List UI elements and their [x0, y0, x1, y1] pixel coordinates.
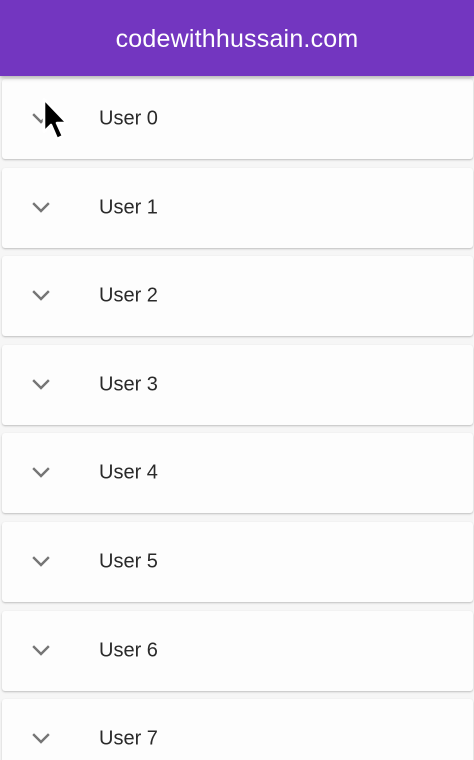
chevron-down-icon[interactable] [31, 645, 51, 657]
user-row-5[interactable]: User 5 [2, 522, 473, 602]
app-bar: codewithhussain.com [0, 0, 474, 76]
user-row-label: User 0 [99, 107, 158, 130]
user-row-label: User 1 [99, 196, 158, 219]
chevron-down-icon[interactable] [31, 467, 51, 479]
user-row-label: User 6 [99, 639, 158, 662]
chevron-down-icon[interactable] [31, 733, 51, 745]
user-row-4[interactable]: User 4 [2, 433, 473, 513]
chevron-down-icon[interactable] [31, 556, 51, 568]
user-row-label: User 4 [99, 461, 158, 484]
user-row-label: User 3 [99, 373, 158, 396]
user-row-2[interactable]: User 2 [2, 256, 473, 336]
chevron-down-icon[interactable] [31, 379, 51, 391]
user-row-label: User 7 [99, 727, 158, 750]
user-row-1[interactable]: User 1 [2, 168, 473, 248]
app-screen: codewithhussain.com User 0 User 1 User 2 [0, 0, 474, 760]
chevron-down-icon[interactable] [31, 202, 51, 214]
chevron-down-icon[interactable] [31, 290, 51, 302]
chevron-down-icon[interactable] [31, 113, 51, 125]
user-row-0[interactable]: User 0 [2, 79, 473, 159]
user-row-3[interactable]: User 3 [2, 345, 473, 425]
user-row-6[interactable]: User 6 [2, 611, 473, 691]
app-bar-title: codewithhussain.com [115, 24, 359, 53]
user-row-7[interactable]: User 7 [2, 699, 473, 760]
user-row-label: User 5 [99, 550, 158, 573]
user-row-label: User 2 [99, 284, 158, 307]
